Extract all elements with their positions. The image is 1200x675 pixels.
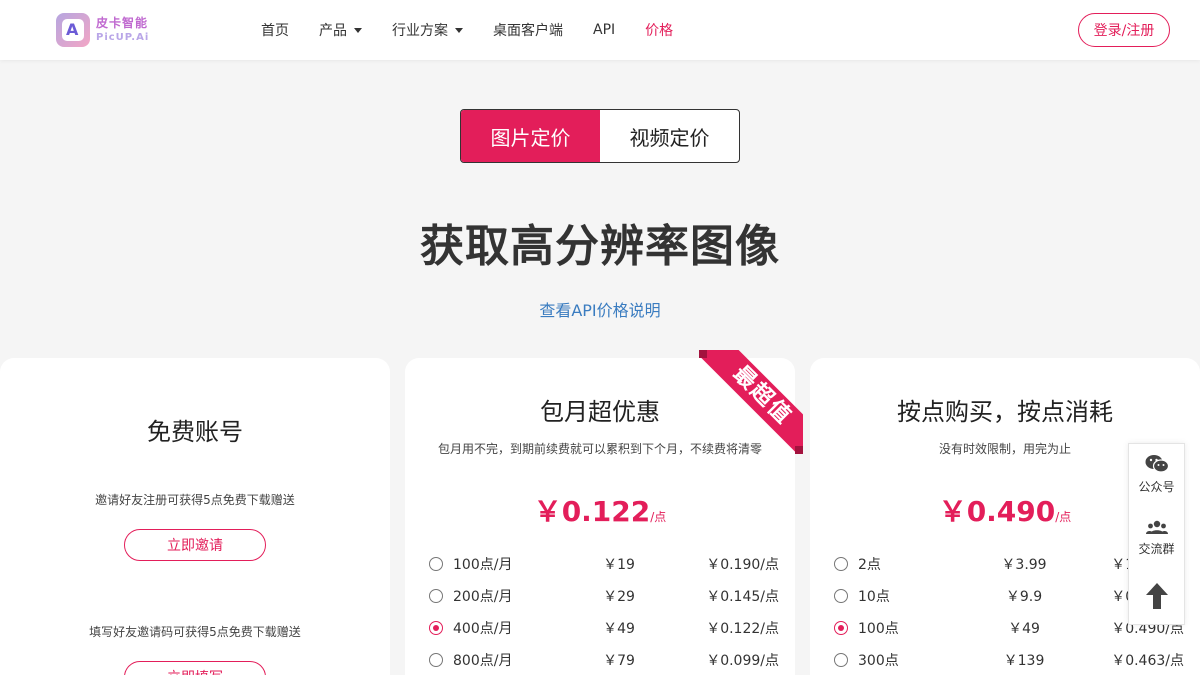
- caret-down-icon: [354, 27, 362, 33]
- side-item-official-account[interactable]: 公众号: [1129, 454, 1184, 495]
- nav-item-desktop-client[interactable]: 桌面客户端: [493, 20, 563, 40]
- nav-item-pricing[interactable]: 价格: [645, 20, 673, 40]
- invite-text: 邀请好友注册可获得5点免费下载赠送: [95, 493, 295, 507]
- pricing-tabs: 图片定价 视频定价: [460, 109, 740, 163]
- radio-button[interactable]: [429, 557, 443, 571]
- logo[interactable]: A 皮卡智能 PicUP.Ai: [56, 12, 166, 48]
- price-display: ￥0.122/点: [533, 495, 667, 528]
- nav-item-api[interactable]: API: [593, 22, 615, 38]
- logo-text-cn: 皮卡智能: [96, 15, 149, 30]
- radio-button-checked[interactable]: [429, 621, 443, 635]
- tab-video-pricing[interactable]: 视频定价: [600, 110, 739, 162]
- logo-text-en: PicUP.Ai: [96, 31, 150, 43]
- tab-image-pricing[interactable]: 图片定价: [461, 110, 600, 162]
- group-icon: [1145, 520, 1168, 534]
- nav-item-home[interactable]: 首页: [261, 20, 289, 40]
- main-nav: 首页 产品 行业方案 桌面客户端 API 价格: [261, 0, 703, 60]
- back-to-top-icon: [1145, 583, 1168, 609]
- page-title: 获取高分辨率图像: [420, 221, 780, 272]
- ribbon-label: 最超值: [699, 350, 803, 454]
- radio-button[interactable]: [834, 589, 848, 603]
- invite-code-text: 填写好友邀请码可获得5点免费下载赠送: [89, 625, 301, 639]
- logo-mark-icon: A: [56, 13, 90, 47]
- radio-button[interactable]: [429, 653, 443, 667]
- radio-button[interactable]: [834, 653, 848, 667]
- radio-button-checked[interactable]: [834, 621, 848, 635]
- wechat-icon: [1145, 455, 1169, 473]
- back-to-top-button[interactable]: [1129, 582, 1184, 614]
- plan-option[interactable]: 800点/月 ￥79 ￥0.099/点: [429, 650, 779, 670]
- plan-option[interactable]: 100点/月 ￥19 ￥0.190/点: [429, 554, 779, 574]
- floating-side-panel: 公众号 交流群: [1128, 443, 1185, 625]
- nav-item-products[interactable]: 产品: [319, 20, 362, 40]
- plan-option-selected[interactable]: 400点/月 ￥49 ￥0.122/点: [429, 618, 779, 638]
- radio-button[interactable]: [429, 589, 443, 603]
- best-value-ribbon: 最超值: [699, 350, 803, 454]
- nav-item-solutions[interactable]: 行业方案: [392, 20, 463, 40]
- card-title: 免费账号: [147, 418, 243, 446]
- side-item-community-group[interactable]: 交流群: [1129, 520, 1184, 557]
- top-header: A 皮卡智能 PicUP.Ai 首页 产品 行业方案 桌面客户端 API 价格 …: [0, 0, 1200, 60]
- plan-option[interactable]: 300点 ￥139 ￥0.463/点: [834, 650, 1184, 670]
- caret-down-icon: [455, 27, 463, 33]
- free-account-card: 免费账号 邀请好友注册可获得5点免费下载赠送 立即邀请 填写好友邀请码可获得5点…: [0, 358, 390, 675]
- fill-code-button[interactable]: 立即填写: [124, 661, 266, 675]
- api-pricing-link[interactable]: 查看API价格说明: [0, 297, 1200, 321]
- login-register-button[interactable]: 登录/注册: [1078, 13, 1170, 47]
- card-title: 按点购买，按点消耗: [897, 398, 1113, 426]
- radio-button[interactable]: [834, 557, 848, 571]
- plan-option[interactable]: 200点/月 ￥29 ￥0.145/点: [429, 586, 779, 606]
- invite-now-button[interactable]: 立即邀请: [124, 529, 266, 561]
